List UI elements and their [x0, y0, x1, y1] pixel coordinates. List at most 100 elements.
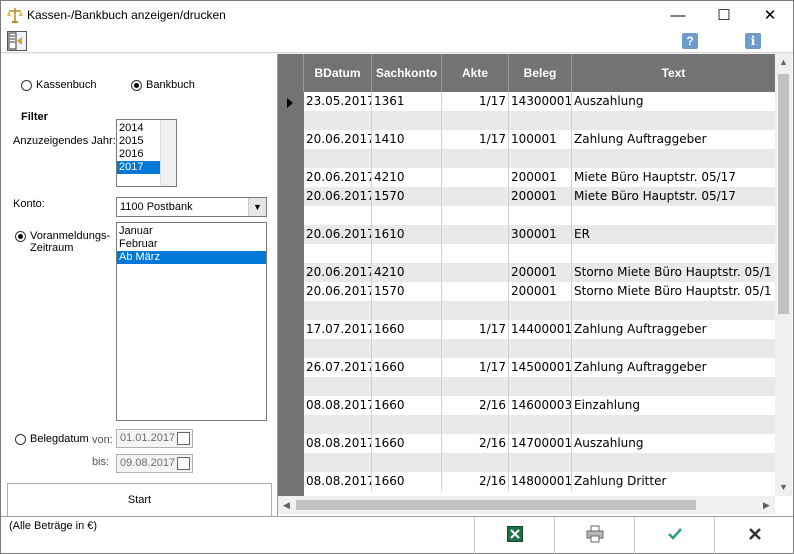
year-listbox[interactable]: 2014 2015 2016 2017	[116, 119, 177, 187]
cell-akte[interactable]	[442, 149, 509, 168]
radio-belegdatum[interactable]: Belegdatum	[15, 433, 89, 445]
table-row[interactable]: 20.06.2017 1410 1/17 100001 Zahlung Auftragg…	[304, 130, 775, 149]
ok-button[interactable]	[634, 517, 714, 554]
cell-beleg[interactable]: 14500001	[509, 358, 572, 377]
radio-bankbuch[interactable]: Bankbuch	[131, 79, 195, 91]
cell-sachkonto[interactable]	[372, 244, 442, 263]
scroll-thumb[interactable]	[296, 500, 696, 510]
cell-beleg[interactable]	[509, 111, 572, 130]
table-row[interactable]	[304, 244, 775, 263]
cell-text[interactable]	[572, 339, 775, 358]
cell-sachkonto[interactable]: 1660	[372, 358, 442, 377]
cell-akte[interactable]	[442, 168, 509, 187]
calendar-icon[interactable]	[177, 432, 190, 445]
cell-beleg[interactable]	[509, 206, 572, 225]
horizontal-scrollbar[interactable]: ◀ ▶	[278, 496, 775, 514]
cell-bdatum[interactable]	[304, 339, 372, 358]
cell-bdatum[interactable]	[304, 206, 372, 225]
cell-sachkonto[interactable]	[372, 111, 442, 130]
date-to-field[interactable]: 09.08.2017	[116, 454, 193, 473]
column-header-beleg[interactable]: Beleg	[509, 54, 572, 92]
cell-beleg[interactable]: 14700001	[509, 434, 572, 453]
cell-text[interactable]: Miete Büro Hauptstr. 05/17	[572, 187, 775, 206]
cell-akte[interactable]	[442, 339, 509, 358]
column-header-akte[interactable]: Akte	[442, 54, 509, 92]
cell-akte[interactable]	[442, 263, 509, 282]
cell-sachkonto[interactable]	[372, 339, 442, 358]
cell-beleg[interactable]: 14600003	[509, 396, 572, 415]
radio-kassenbuch[interactable]: Kassenbuch	[21, 79, 97, 91]
cell-akte[interactable]: 1/17	[442, 358, 509, 377]
cell-bdatum[interactable]: 26.07.2017	[304, 358, 372, 377]
cell-text[interactable]: Auszahlung	[572, 92, 775, 111]
table-row[interactable]	[304, 206, 775, 225]
cell-text[interactable]: Storno Miete Büro Hauptstr. 05/1	[572, 282, 775, 301]
scroll-left-icon[interactable]: ◀	[278, 496, 295, 514]
period-listbox[interactable]: Januar Februar Ab März	[116, 222, 267, 421]
cell-sachkonto[interactable]: 1660	[372, 472, 442, 491]
table-row[interactable]: 08.08.2017 1660 2/16 14600003 Einzahlung	[304, 396, 775, 415]
cell-beleg[interactable]: 200001	[509, 282, 572, 301]
cell-akte[interactable]	[442, 282, 509, 301]
cell-bdatum[interactable]: 17.07.2017	[304, 320, 372, 339]
column-header-bdatum[interactable]: BDatum	[304, 54, 372, 92]
list-item-selected[interactable]: Ab März	[117, 251, 266, 264]
cell-text[interactable]	[572, 149, 775, 168]
cell-akte[interactable]: 1/17	[442, 130, 509, 149]
cell-bdatum[interactable]	[304, 111, 372, 130]
cell-sachkonto[interactable]	[372, 415, 442, 434]
table-row[interactable]: 23.05.2017 1361 1/17 14300001 Auszahlung	[304, 92, 775, 111]
cell-text[interactable]	[572, 111, 775, 130]
cell-bdatum[interactable]: 20.06.2017	[304, 168, 372, 187]
table-row[interactable]: 20.06.2017 4210 200001 Miete Büro Hauptstr.…	[304, 168, 775, 187]
start-button[interactable]: Start	[7, 483, 272, 516]
cell-sachkonto[interactable]: 1570	[372, 187, 442, 206]
cell-akte[interactable]	[442, 111, 509, 130]
column-header-sachkonto[interactable]: Sachkonto	[372, 54, 442, 92]
scroll-right-icon[interactable]: ▶	[758, 496, 775, 514]
cell-bdatum[interactable]	[304, 301, 372, 320]
cell-text[interactable]: Zahlung Dritter	[572, 472, 775, 491]
cell-text[interactable]: Auszahlung	[572, 434, 775, 453]
cell-text[interactable]: Zahlung Auftraggeber	[572, 130, 775, 149]
cell-bdatum[interactable]: 20.06.2017	[304, 282, 372, 301]
cell-text[interactable]: ER	[572, 225, 775, 244]
cell-sachkonto[interactable]: 4210	[372, 263, 442, 282]
minimize-button[interactable]: —	[655, 1, 701, 29]
cell-sachkonto[interactable]	[372, 377, 442, 396]
cell-text[interactable]: Zahlung Auftraggeber	[572, 320, 775, 339]
cell-bdatum[interactable]	[304, 377, 372, 396]
cell-text[interactable]	[572, 206, 775, 225]
table-row[interactable]	[304, 149, 775, 168]
cell-sachkonto[interactable]: 1361	[372, 92, 442, 111]
cell-akte[interactable]: 2/16	[442, 434, 509, 453]
cell-akte[interactable]	[442, 415, 509, 434]
cell-bdatum[interactable]: 23.05.2017	[304, 92, 372, 111]
cell-text[interactable]	[572, 301, 775, 320]
scroll-up-icon[interactable]: ▲	[775, 54, 792, 71]
cell-beleg[interactable]: 14300001	[509, 92, 572, 111]
cell-bdatum[interactable]: 08.08.2017	[304, 472, 372, 491]
cell-beleg[interactable]: 300001	[509, 225, 572, 244]
cell-bdatum[interactable]: 08.08.2017	[304, 396, 372, 415]
cell-sachkonto[interactable]: 4210	[372, 168, 442, 187]
column-header-text[interactable]: Text	[572, 54, 775, 92]
cell-sachkonto[interactable]: 1570	[372, 282, 442, 301]
cell-beleg[interactable]	[509, 377, 572, 396]
table-row[interactable]: 20.06.2017 1570 200001 Miete Büro Hauptstr.…	[304, 187, 775, 206]
cell-akte[interactable]	[442, 301, 509, 320]
cell-beleg[interactable]: 200001	[509, 168, 572, 187]
year-scrollbar[interactable]	[160, 120, 176, 186]
cell-sachkonto[interactable]	[372, 149, 442, 168]
cell-beleg[interactable]	[509, 301, 572, 320]
scroll-down-icon[interactable]: ▼	[775, 479, 792, 496]
cell-bdatum[interactable]: 20.06.2017	[304, 130, 372, 149]
cell-sachkonto[interactable]: 1410	[372, 130, 442, 149]
info-icon[interactable]: i	[745, 33, 761, 49]
table-row[interactable]: 20.06.2017 1570 200001 Storno Miete Büro Ha…	[304, 282, 775, 301]
cell-bdatum[interactable]: 20.06.2017	[304, 263, 372, 282]
cell-sachkonto[interactable]: 1660	[372, 434, 442, 453]
cell-bdatum[interactable]: 08.08.2017	[304, 434, 372, 453]
table-row[interactable]: 20.06.2017 1610 300001 ER	[304, 225, 775, 244]
cell-beleg[interactable]	[509, 339, 572, 358]
